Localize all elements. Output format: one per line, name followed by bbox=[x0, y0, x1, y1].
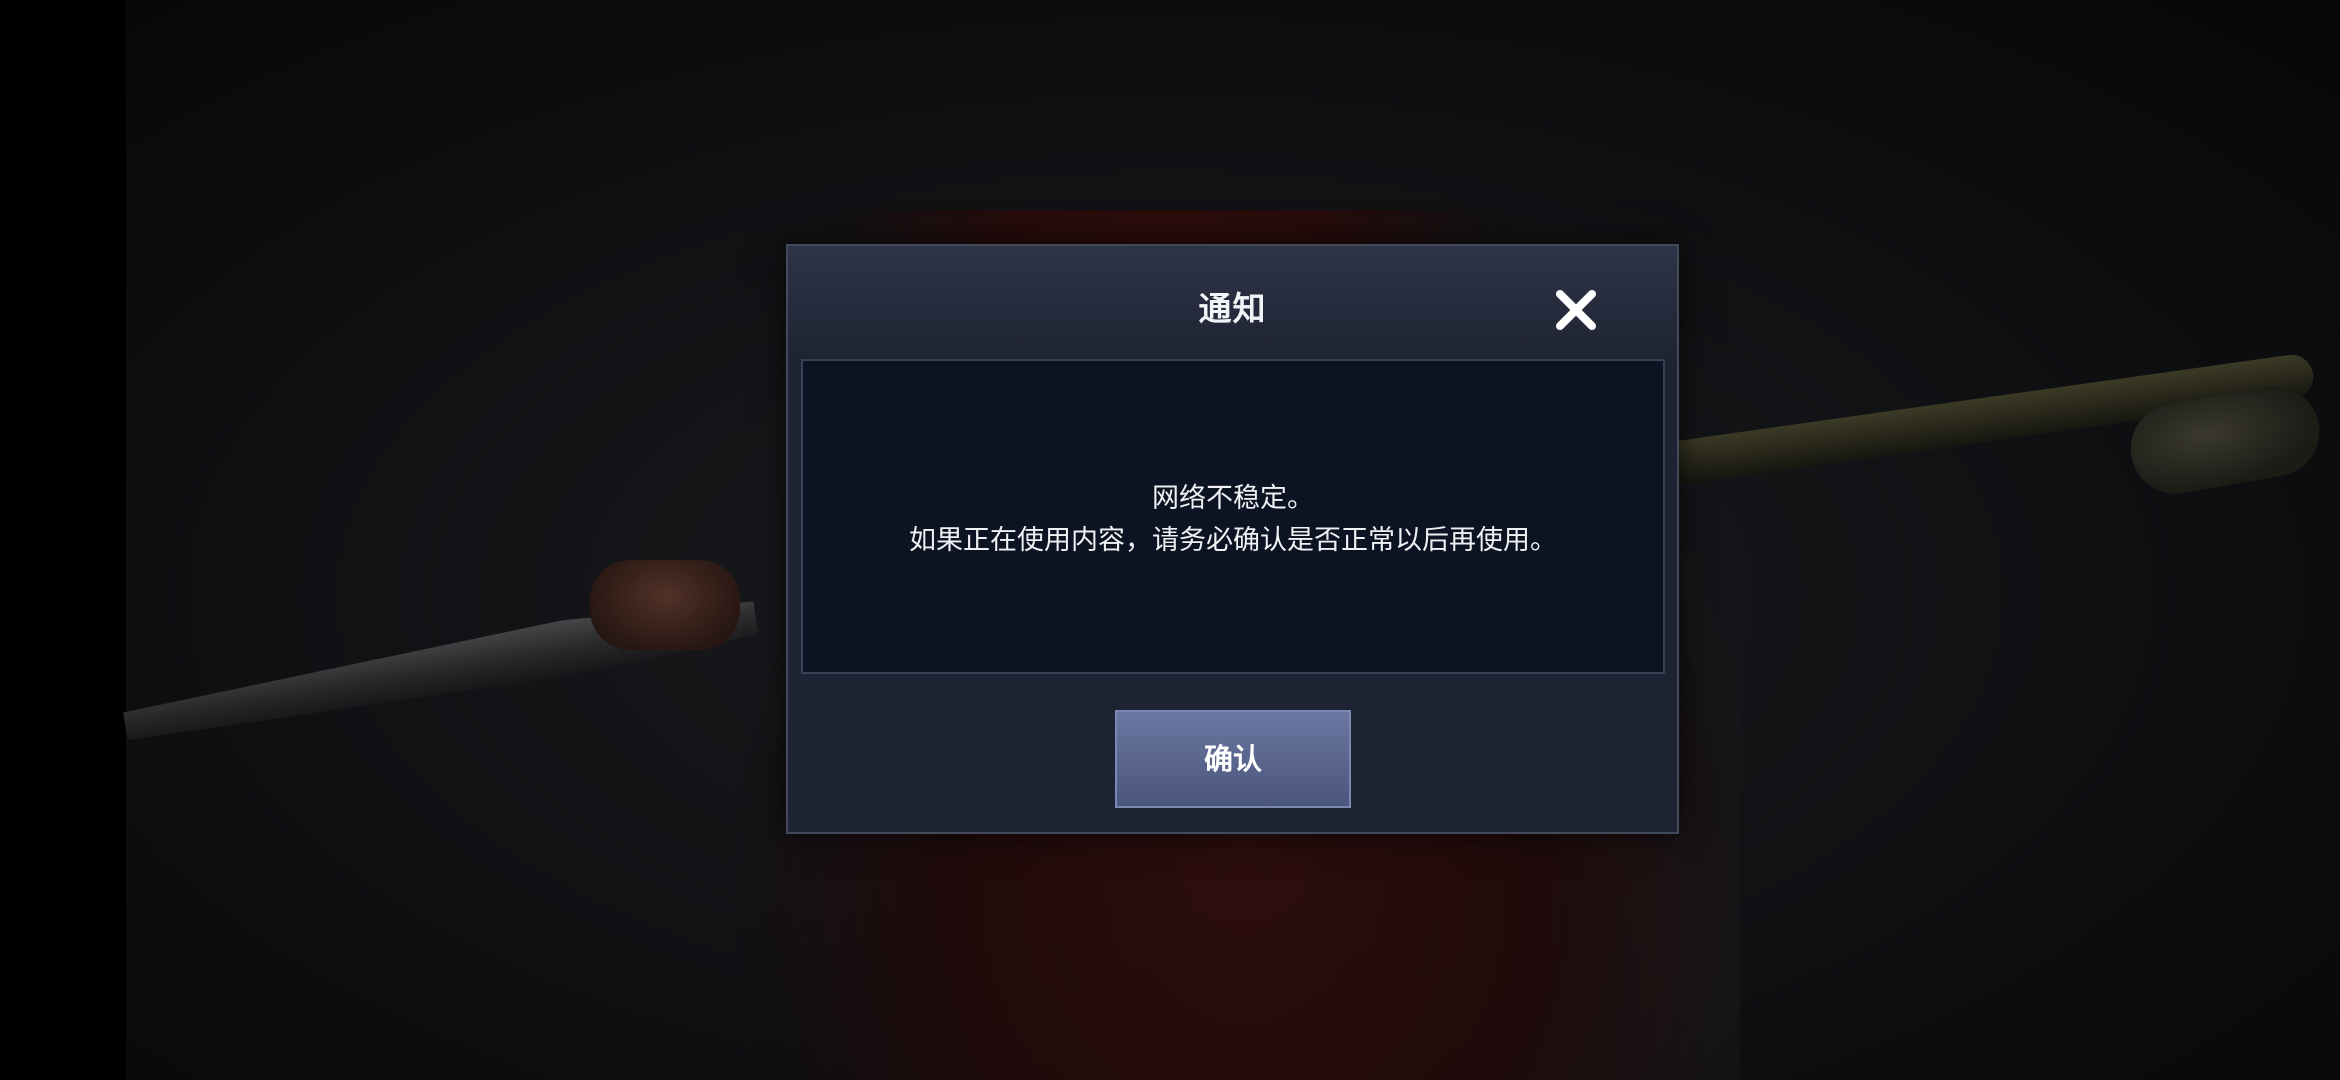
message-line-1: 网络不稳定。 bbox=[1152, 483, 1314, 514]
message-line-2: 如果正在使用内容，请务必确认是否正常以后再使用。 bbox=[909, 525, 1557, 556]
dialog-title: 通知 bbox=[1198, 289, 1267, 328]
dialog-header: 通知 bbox=[788, 246, 1677, 356]
notice-dialog: 通知 网络不稳定。 如果正在使用内容，请务必确认是否正常以后再使用。 确认 bbox=[786, 244, 1679, 834]
close-button[interactable] bbox=[1548, 282, 1604, 338]
close-icon bbox=[1556, 290, 1596, 330]
confirm-button[interactable]: 确认 bbox=[1115, 710, 1351, 808]
dialog-body: 网络不稳定。 如果正在使用内容，请务必确认是否正常以后再使用。 bbox=[801, 359, 1665, 674]
dialog-message: 网络不稳定。 如果正在使用内容，请务必确认是否正常以后再使用。 bbox=[803, 478, 1663, 562]
game-screen: 通知 网络不稳定。 如果正在使用内容，请务必确认是否正常以后再使用。 确认 bbox=[0, 0, 2340, 1080]
